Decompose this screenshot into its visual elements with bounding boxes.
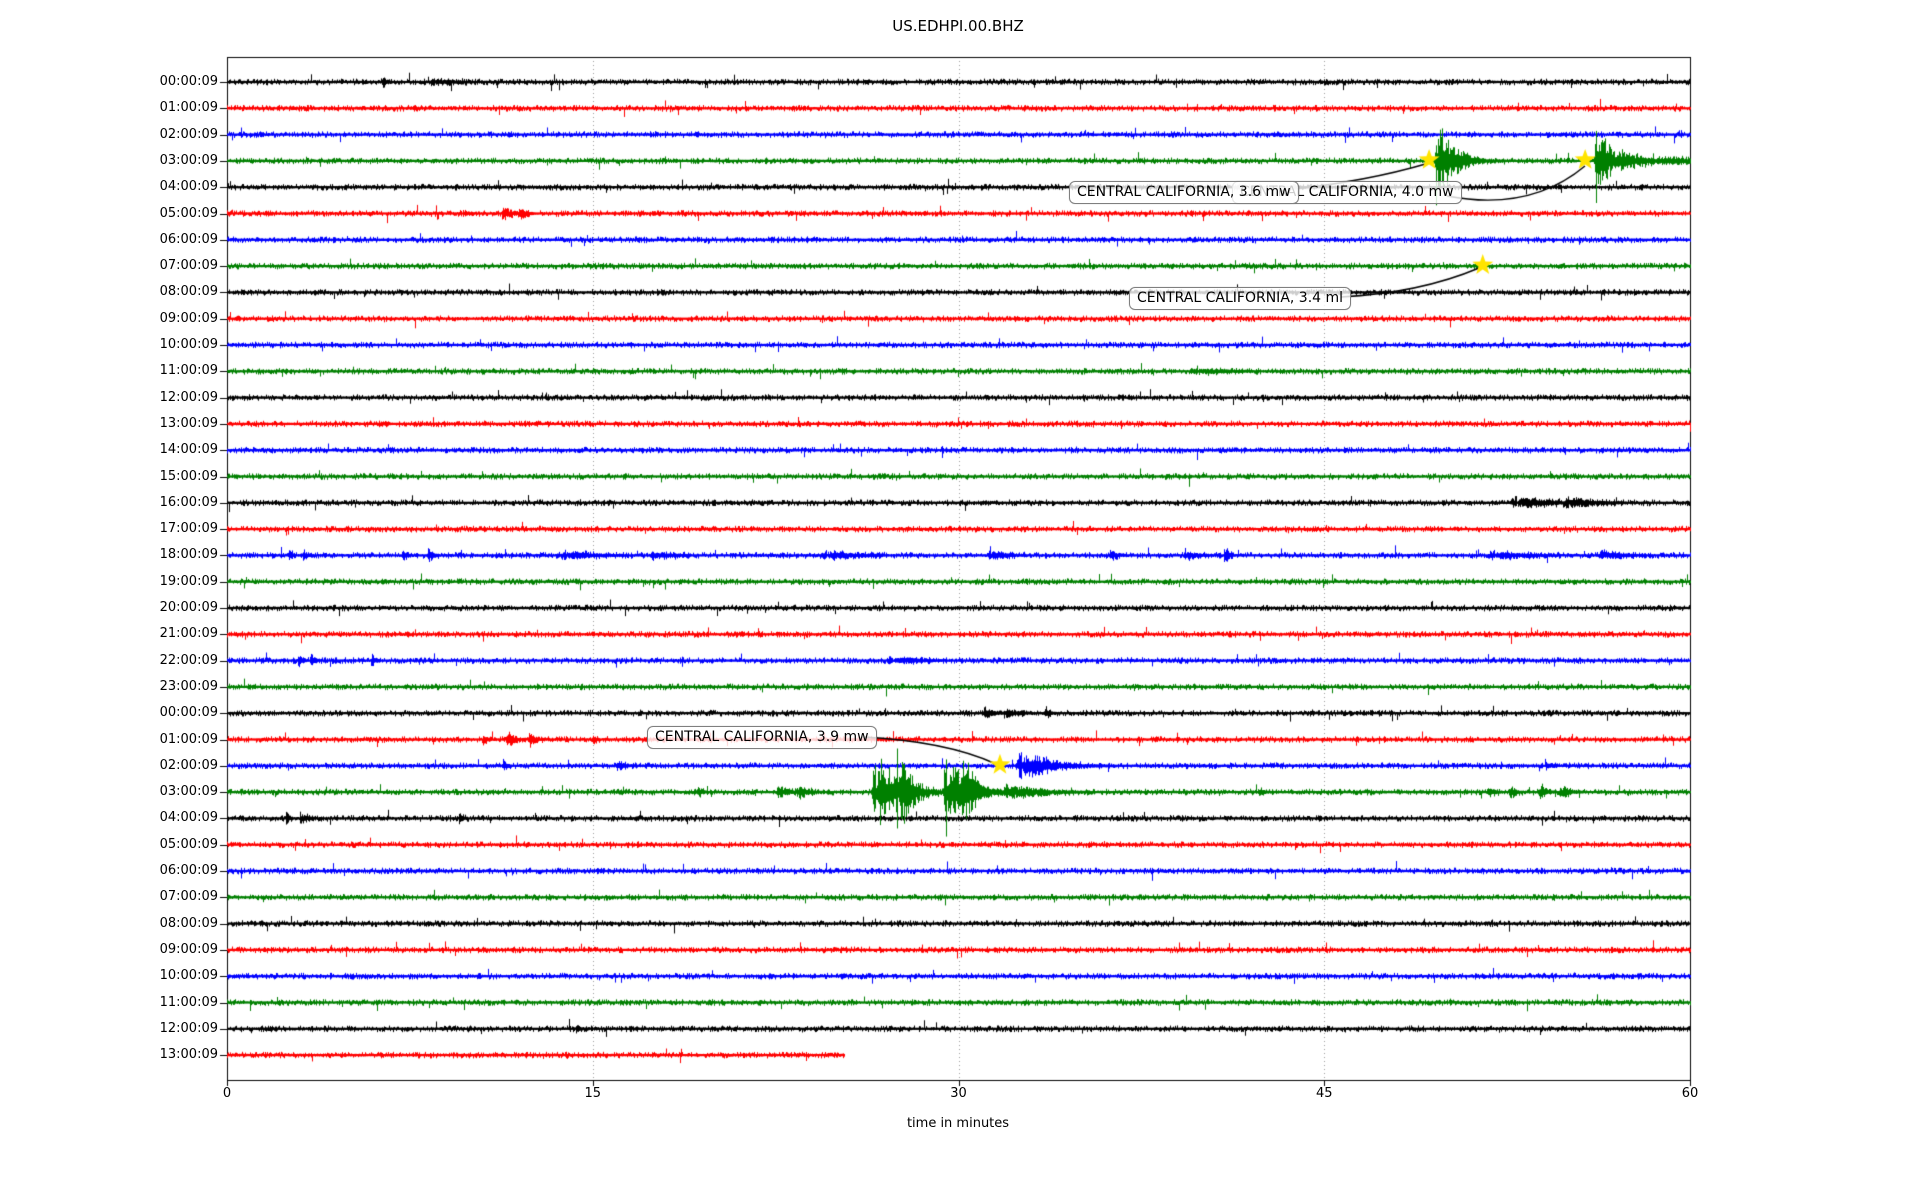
event-annotation-3-9mw: CENTRAL CALIFORNIA, 3.9 mw	[647, 726, 877, 749]
seismogram-canvas	[0, 0, 1920, 1200]
row-time-label: 05:00:09	[159, 836, 218, 852]
row-time-label: 17:00:09	[159, 521, 218, 537]
x-axis-tick-label: 15	[584, 1086, 602, 1101]
row-time-label: 05:00:09	[159, 205, 218, 221]
row-time-label: 21:00:09	[159, 626, 218, 642]
row-time-label: 07:00:09	[159, 258, 218, 274]
row-time-label: 14:00:09	[159, 442, 218, 458]
row-time-label: 22:00:09	[159, 652, 218, 668]
row-time-label: 15:00:09	[159, 468, 218, 484]
row-time-label: 12:00:09	[159, 1020, 218, 1036]
row-time-label: 04:00:09	[159, 810, 218, 826]
event-annotation-3-6mw: CENTRAL CALIFORNIA, 3.6 mw	[1069, 181, 1299, 204]
event-annotation-3-4ml: CENTRAL CALIFORNIA, 3.4 ml	[1129, 287, 1352, 310]
plot-title: US.EDHPI.00.BHZ	[892, 17, 1024, 35]
row-time-label: 11:00:09	[159, 994, 218, 1010]
row-time-label: 10:00:09	[159, 337, 218, 352]
row-time-label: 07:00:09	[159, 889, 218, 905]
row-time-label: 01:00:09	[159, 731, 218, 747]
x-axis-tick-label: 0	[222, 1086, 232, 1101]
row-time-label: 11:00:09	[159, 363, 218, 379]
row-time-label: 08:00:09	[159, 284, 218, 300]
x-axis-tick-label: 45	[1315, 1086, 1333, 1101]
x-axis-tick-label: 30	[950, 1086, 967, 1101]
x-axis-tick-label: 60	[1681, 1086, 1699, 1101]
helicorder-figure: US.EDHPI.00.BHZ 00:00:09 01:00:09 02:00:09…	[0, 0, 1920, 1200]
row-time-label: 04:00:09	[159, 179, 218, 195]
row-time-label: 08:00:09	[159, 915, 218, 931]
row-time-label: 23:00:09	[159, 678, 218, 694]
row-time-label: 19:00:09	[159, 573, 218, 589]
row-time-label: 01:00:09	[159, 100, 218, 116]
row-time-label: 10:00:09	[159, 968, 218, 984]
row-time-label: 13:00:09	[159, 1047, 218, 1063]
row-time-label: 06:00:09	[159, 231, 218, 247]
row-time-label: 03:00:09	[159, 152, 218, 168]
row-time-label: 02:00:09	[159, 126, 218, 142]
row-time-label: 03:00:09	[159, 784, 218, 800]
row-time-label: 00:00:09	[159, 705, 218, 721]
row-time-label: 02:00:09	[159, 757, 218, 773]
row-time-label: 20:00:09	[159, 600, 218, 615]
row-time-label: 12:00:09	[159, 389, 218, 405]
row-time-label: 06:00:09	[159, 863, 218, 878]
row-time-label: 16:00:09	[159, 494, 218, 510]
row-time-label: 09:00:09	[159, 941, 218, 957]
row-time-label: 00:00:09	[159, 74, 218, 89]
row-time-label: 13:00:09	[159, 415, 218, 431]
row-time-label: 09:00:09	[159, 310, 218, 326]
x-axis-label: time in minutes	[906, 1116, 1010, 1131]
row-time-label: 18:00:09	[159, 547, 218, 563]
